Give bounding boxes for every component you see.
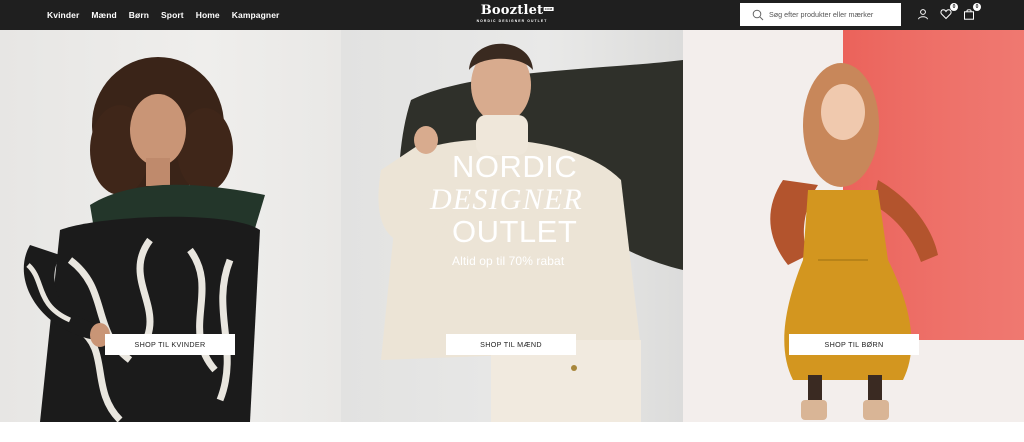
search-input[interactable] [769, 10, 897, 19]
site-logo[interactable]: Booztlet COM NORDIC DESIGNER OUTLET [476, 3, 554, 23]
nav-item-home[interactable]: Home [196, 10, 220, 20]
shop-women-button[interactable]: SHOP TIL KVINDER [105, 334, 235, 355]
headline-nordic: NORDIC [452, 149, 578, 184]
nav-item-maend[interactable]: Mænd [91, 10, 116, 20]
header-icons: 0 0 [916, 3, 981, 21]
headline-subtitle: Altid op til 70% rabat [452, 254, 565, 268]
search-box[interactable] [740, 3, 901, 26]
nav-item-kampagner[interactable]: Kampagner [232, 10, 280, 20]
headline-designer: DESIGNER [430, 183, 583, 216]
user-icon [918, 9, 928, 20]
wishlist-button[interactable]: 0 [939, 3, 958, 21]
account-button[interactable] [916, 7, 930, 21]
nav-item-sport[interactable]: Sport [161, 10, 184, 20]
main-nav: Kvinder Mænd Børn Sport Home Kampagner [47, 10, 279, 20]
hero-panel-women[interactable]: SHOP TIL KVINDER [0, 30, 341, 422]
nav-item-kvinder[interactable]: Kvinder [47, 10, 79, 20]
logo-wordmark: Booztlet [480, 3, 544, 18]
headline-outlet: OUTLET [452, 214, 578, 249]
nav-item-boern[interactable]: Børn [129, 10, 149, 20]
kids-model-image [770, 30, 1024, 420]
shop-kids-button[interactable]: SHOP TIL BØRN [789, 334, 919, 355]
wishlist-count-badge: 0 [950, 3, 958, 11]
logo-tagline: NORDIC DESIGNER OUTLET [476, 19, 548, 23]
cart-count-badge: 0 [973, 3, 981, 11]
shop-men-button[interactable]: SHOP TIL MÆND [446, 334, 576, 355]
cart-button[interactable]: 0 [962, 3, 981, 21]
page-below-fold [0, 422, 1024, 442]
women-model-image [23, 57, 265, 422]
top-bar: Kvinder Mænd Børn Sport Home Kampagner B… [0, 0, 1024, 30]
logo-superscript: COM [543, 7, 554, 11]
hero-headline: NORDIC DESIGNER OUTLET Altid op til 70% … [430, 149, 583, 269]
search-icon [752, 9, 764, 20]
hero-panel-kids[interactable]: SHOP TIL BØRN [683, 30, 1024, 422]
